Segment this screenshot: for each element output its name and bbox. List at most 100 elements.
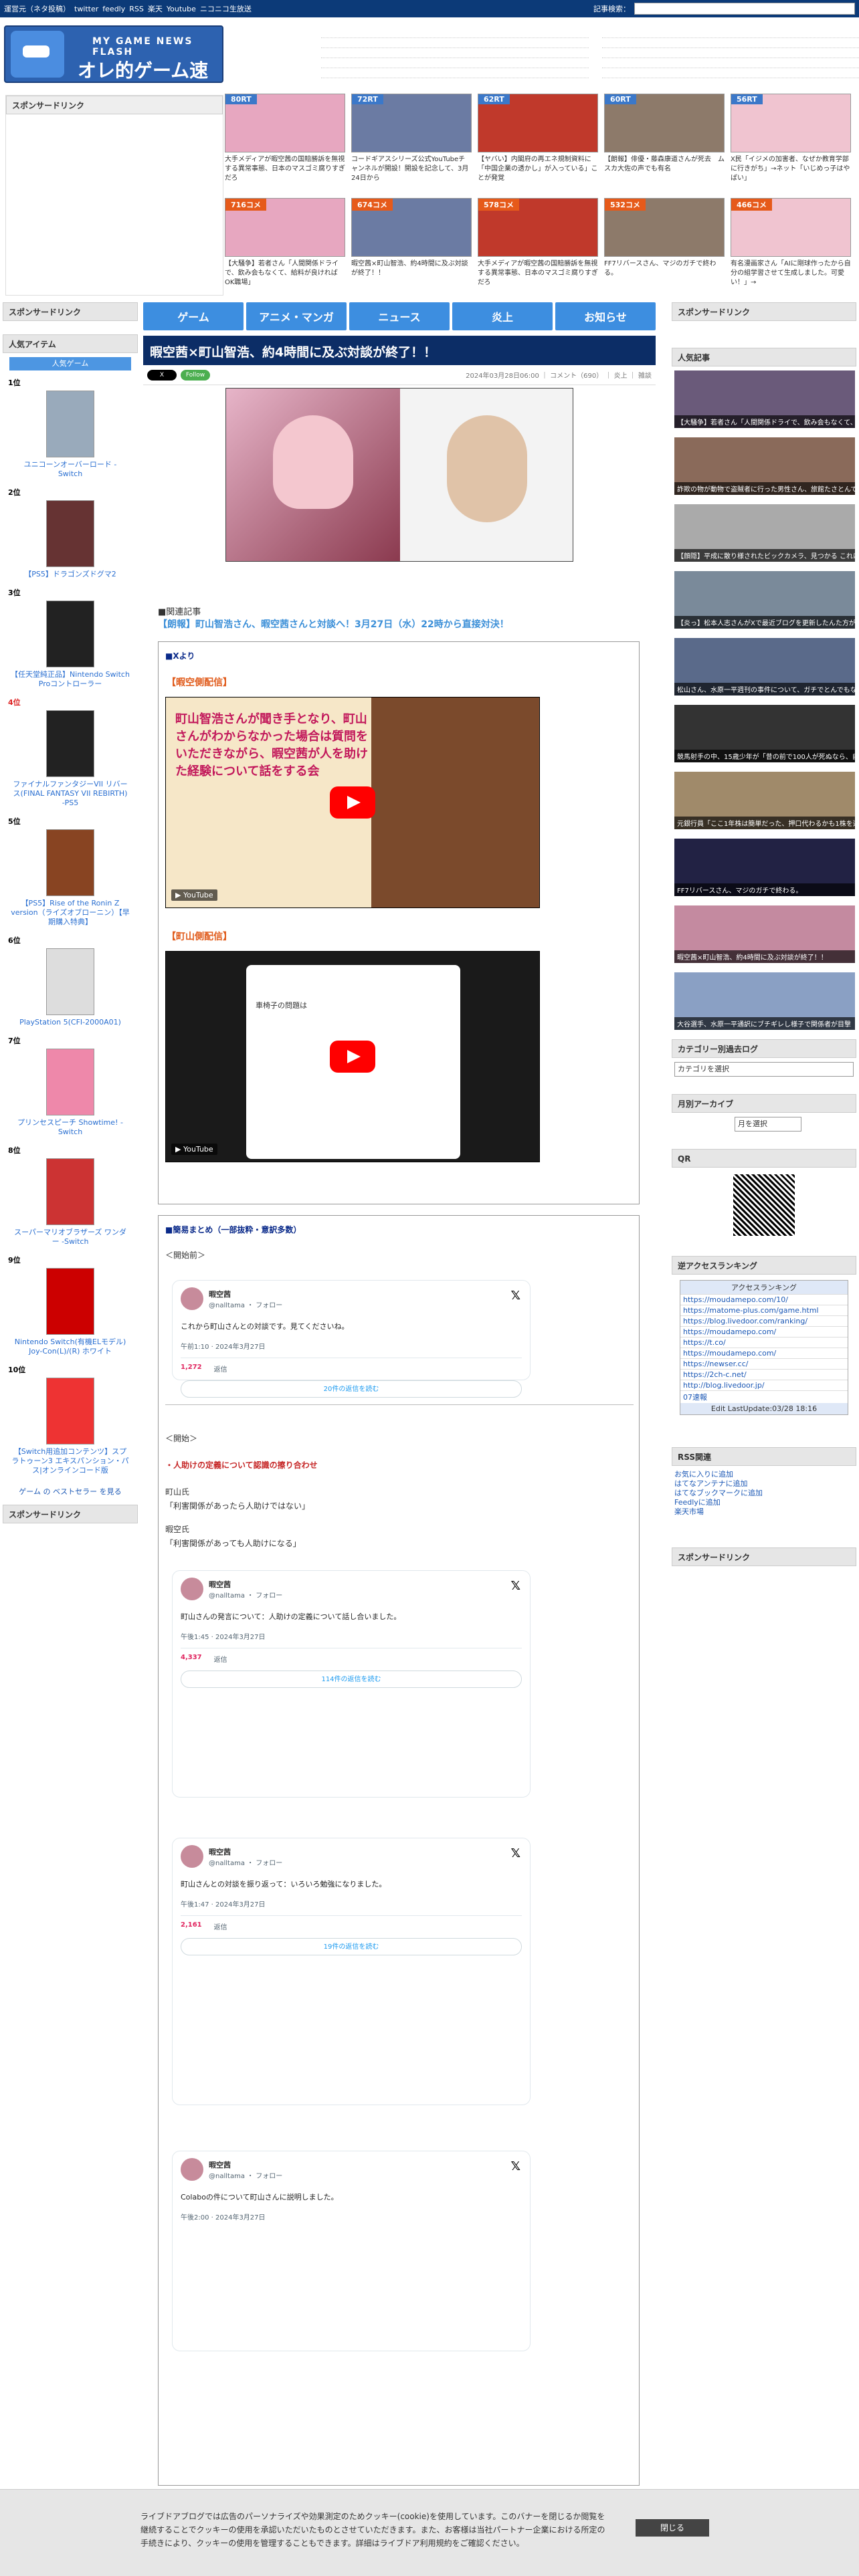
reply-button[interactable]: 返信 xyxy=(214,1654,227,1664)
like-count[interactable]: 1,272 xyxy=(181,1364,202,1374)
news-thumb[interactable]: 72RT コードギアスシリーズ公式YouTubeチャンネルが開設！開設を記念して、… xyxy=(351,94,472,183)
popular-games-button[interactable]: 人気ゲーム xyxy=(9,357,131,370)
access-ranking-row[interactable]: https://moudamepo.com/ xyxy=(680,1326,848,1337)
news-thumb[interactable]: 62RT 【ヤバい】内閣府の再エネ規制資料に「中国企業の透かし」が入っている」こと… xyxy=(478,94,598,183)
access-ranking-row[interactable]: https://2ch-c.net/ xyxy=(680,1369,848,1380)
month-select[interactable]: 月を選択 xyxy=(735,1117,801,1132)
top-link[interactable]: ニコニコ生放送 xyxy=(200,5,252,13)
product-title[interactable]: ファイナルファンタジーVII リバース(FINAL FANTASY VII RE… xyxy=(4,780,136,808)
machiyama-video[interactable]: 車椅子の問題は ▶ YouTube xyxy=(165,951,540,1162)
news-thumb[interactable]: 532コメ FF7リバースさん、マジのガチで終わる。 xyxy=(604,198,725,288)
right-sidebar: スポンサードリンク 人気記事 【大騒争】若者さん「人間関係ドライで、飲み会もなく… xyxy=(669,302,859,1566)
news-thumb[interactable]: 578コメ 大手メディアが暇空茜の国賠勝訴を無視する異常事態、日本のマスゴミ腐りす… xyxy=(478,198,598,288)
product-title[interactable]: Nintendo Switch(有機ELモデル) Joy-Con(L)/(R) … xyxy=(4,1337,136,1356)
popular-article[interactable]: 【炎っ】松本人志さんがXで最近ブログを更新したんた方がこちら・・・ xyxy=(674,571,855,634)
related-link[interactable]: 【朗報】町山智浩さん、暇空茜さんと対談へ！3月27日（水）22時から直接対決！ xyxy=(158,619,509,630)
nav-tab[interactable]: 炎上 xyxy=(452,302,553,330)
product-title[interactable]: ユニコーンオーバーロード - Switch xyxy=(4,460,136,479)
related-header: ■関連記事 xyxy=(158,607,201,617)
access-ranking-row[interactable]: https://moudamepo.com/10/ xyxy=(680,1294,848,1305)
top-link[interactable]: 楽天 xyxy=(148,5,163,13)
access-ranking-row[interactable]: http://blog.livedoor.jp/ xyxy=(680,1380,848,1390)
thumb-caption: コードギアスシリーズ公式YouTubeチャンネルが開設！開設を記念して、3月24… xyxy=(351,156,469,182)
rank-item[interactable]: 7位 プリンセスピーチ Showtime! -Switch xyxy=(4,1035,136,1137)
product-title[interactable]: 【Switch用追加コンテンツ】スプラトゥーン3 エキスパンション・パス|オンラ… xyxy=(4,1447,136,1475)
popular-article[interactable]: FF7リバースさん、マジのガチで終わる。 xyxy=(674,839,855,901)
nav-tab[interactable]: お知らせ xyxy=(555,302,656,330)
product-title[interactable]: プリンセスピーチ Showtime! -Switch xyxy=(4,1118,136,1137)
nav-tab[interactable]: ゲーム xyxy=(143,302,244,330)
rss-link[interactable]: はてなアンテナに追加 xyxy=(674,1479,854,1489)
product-title[interactable]: 【PS5】ドラゴンズドグマ2 xyxy=(4,570,136,579)
popular-article[interactable]: 競馬射手の中、15歳少年が「昔の前で100人が死ぬなら、自分が犠牲になる」と行動… xyxy=(674,705,855,768)
cookie-close-button[interactable]: 閉じる xyxy=(636,2519,709,2537)
nav-tab[interactable]: ニュース xyxy=(349,302,450,330)
news-thumb[interactable]: 466コメ 有名漫画家さん「AIに剛球作ったから自分の組学習させて生成しました。可… xyxy=(731,198,851,288)
tweet-time: 午後2:00 · 2024年3月27日 xyxy=(181,2214,266,2222)
access-ranking-row[interactable]: https://blog.livedoor.com/ranking/ xyxy=(680,1315,848,1326)
news-thumb[interactable]: 80RT 大手メディアが暇空茜の国賠勝訴を無視する異常事態、日本のマスゴミ腐りすぎ… xyxy=(225,94,345,183)
x-label: ■Xより xyxy=(165,651,195,661)
product-title[interactable]: 【PS5】Rise of the Ronin Z version（ライズオブロー… xyxy=(4,899,136,927)
read-replies-button[interactable]: 20件の返信を読む xyxy=(181,1380,522,1398)
search-input[interactable] xyxy=(634,3,855,15)
rank-item[interactable]: 4位 ファイナルファンタジーVII リバース(FINAL FANTASY VII … xyxy=(4,697,136,808)
himasora-video[interactable]: 町山智浩さんが聞き手となり、町山さんがわからなかった場合は質問をいただきながら、… xyxy=(165,697,540,908)
access-ranking-row[interactable]: https://newser.cc/ xyxy=(680,1358,848,1369)
play-icon-2[interactable] xyxy=(330,1041,375,1073)
rank-item[interactable]: 2位 【PS5】ドラゴンズドグマ2 xyxy=(4,487,136,579)
popular-article[interactable]: 元銀行員「ここ1年株は簡単だった、押口代わるかも1株を選んで稼ぐことは、馬鹿でも… xyxy=(674,772,855,835)
news-thumb[interactable]: 60RT 【朗報】俳優・藤森康道さんが死去 ムスカ大佐の声でも有名 xyxy=(604,94,725,183)
reply-button[interactable]: 返信 xyxy=(214,1921,227,1931)
tweet-card[interactable]: 暇空茜 @nalltama ・ フォロー 𝕏 町山さんの発言について：人助けの定義につ… xyxy=(172,1570,531,1798)
category-select[interactable]: カテゴリを選択 xyxy=(674,1062,854,1077)
rank-item[interactable]: 10位 【Switch用追加コンテンツ】スプラトゥーン3 エキスパンション・パス|… xyxy=(4,1364,136,1475)
rss-link[interactable]: 楽天市場 xyxy=(674,1507,854,1517)
rss-link[interactable]: お気に入りに追加 xyxy=(674,1470,854,1479)
top-link[interactable]: RSS xyxy=(129,5,144,13)
x-share-button[interactable]: X xyxy=(147,369,177,381)
rank-item[interactable]: 6位 PlayStation 5(CFI-2000A01) xyxy=(4,935,136,1027)
popular-article[interactable]: 松山さん、水原一平週刊の事件について、ガチでとんでもないことを言ってしまうwww… xyxy=(674,638,855,701)
tweet-card[interactable]: 暇空茜 @nalltama ・ フォロー 𝕏 町山さんとの対談を振り返って：いろいろ勉… xyxy=(172,1838,531,2105)
rank-item[interactable]: 3位 【任天堂純正品】Nintendo Switch Proコントローラー xyxy=(4,587,136,689)
popular-article[interactable]: 大谷選手、水原一平通訳にブチギレし様子で関係者が目撃 xyxy=(674,972,855,1035)
top-link[interactable]: Youtube xyxy=(167,5,196,13)
read-replies-button[interactable]: 114件の返信を読む xyxy=(181,1671,522,1688)
play-icon[interactable] xyxy=(330,786,375,819)
tweet-card[interactable]: 暇空茜 @nalltama ・ フォロー 𝕏 これから町山さんとの対談です。見てくださ… xyxy=(172,1280,531,1398)
reply-button[interactable]: 返信 xyxy=(214,1364,227,1374)
news-thumb[interactable]: 674コメ 暇空茜×町山智浩、約4時間に及ぶ対談が終了！！ xyxy=(351,198,472,288)
news-thumb[interactable]: 56RT X民「イジメの加害者、なぜか教育学部に行きがち」→ネット「いじめっ子はや… xyxy=(731,94,851,183)
access-ranking-row[interactable]: 07速報 xyxy=(680,1390,848,1403)
site-logo[interactable]: MY GAME NEWS FLASH オレ的ゲーム速報@JIN xyxy=(4,25,223,108)
nav-tab[interactable]: アニメ・マンガ xyxy=(246,302,347,330)
popular-article[interactable]: 【顔隠】平成に散り様されたビックカメラ、見つかる これは“わかってる”スタッフ・… xyxy=(674,504,855,567)
rank-item[interactable]: 1位 ユニコーンオーバーロード - Switch xyxy=(4,377,136,479)
rank-item[interactable]: 8位 スーパーマリオブラザーズ ワンダー -Switch xyxy=(4,1145,136,1247)
read-replies-button[interactable]: 19件の返信を読む xyxy=(181,1938,522,1955)
bestseller-link[interactable]: ゲーム の ベストセラー を見る xyxy=(19,1487,121,1496)
rank-item[interactable]: 9位 Nintendo Switch(有機ELモデル) Joy-Con(L)/(R… xyxy=(4,1255,136,1356)
like-count[interactable]: 2,161 xyxy=(181,1921,202,1931)
popular-article[interactable]: 詐欺の物が動物で盗賊者に行った男性さん、旅館たさとんでもないことを言われてしまう… xyxy=(674,437,855,500)
top-link[interactable]: twitter xyxy=(74,5,98,13)
rss-link[interactable]: Feedlyに追加 xyxy=(674,1498,854,1507)
like-count[interactable]: 4,337 xyxy=(181,1654,202,1664)
rank-item[interactable]: 5位 【PS5】Rise of the Ronin Z version（ライズオブ… xyxy=(4,816,136,927)
rss-link[interactable]: はてなブックマークに追加 xyxy=(674,1489,854,1498)
access-ranking-row[interactable]: https://t.co/ xyxy=(680,1337,848,1348)
top-link[interactable]: feedly xyxy=(102,5,125,13)
tweet-actions: 4,337 返信 xyxy=(181,1648,522,1664)
access-ranking-row[interactable]: https://moudamepo.com/ xyxy=(680,1348,848,1358)
top-link[interactable]: 運営元（ネタ投稿） xyxy=(4,5,70,13)
follow-button[interactable]: Follow xyxy=(181,369,210,381)
product-title[interactable]: スーパーマリオブラザーズ ワンダー -Switch xyxy=(4,1228,136,1247)
popular-article[interactable]: 暇空茜×町山智浩、約4時間に及ぶ対談が終了！！ xyxy=(674,905,855,968)
access-ranking-row[interactable]: https://matome-plus.com/game.html xyxy=(680,1305,848,1315)
product-title[interactable]: PlayStation 5(CFI-2000A01) xyxy=(4,1018,136,1027)
popular-article[interactable]: 【大騒争】若者さん「人間関係ドライで、飲み会もなくて、給料が良ければOK職場がい… xyxy=(674,370,855,433)
product-title[interactable]: 【任天堂純正品】Nintendo Switch Proコントローラー xyxy=(4,670,136,689)
news-thumb[interactable]: 716コメ 【大騒争】若者さん「人間関係ドライで、飲み会もなくて、給料が良ければO… xyxy=(225,198,345,288)
tweet-card[interactable]: 暇空茜 @nalltama ・ フォロー 𝕏 Colaboの件について町山さんに説明し… xyxy=(172,2151,531,2351)
